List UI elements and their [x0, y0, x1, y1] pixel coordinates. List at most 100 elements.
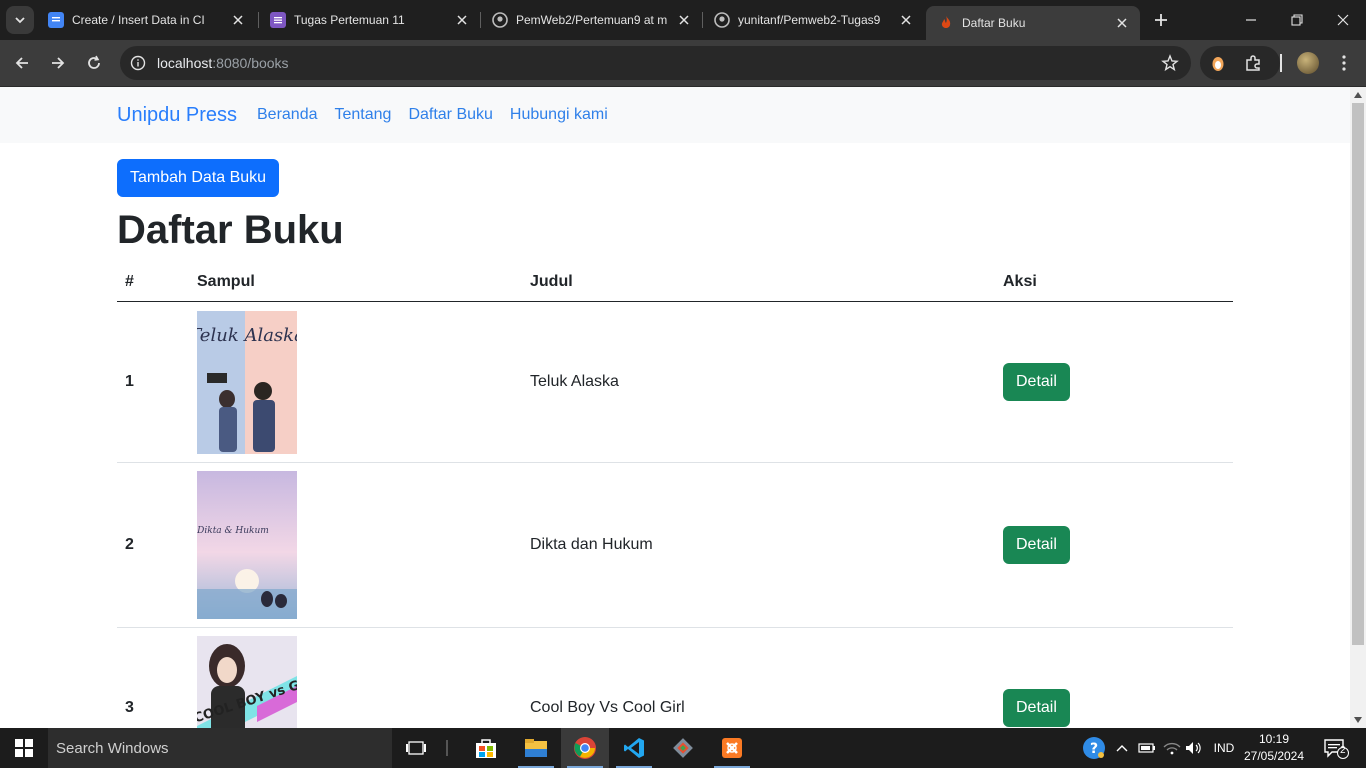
file-explorer-app[interactable] [512, 728, 560, 768]
back-button[interactable] [9, 50, 35, 76]
arrow-left-icon [15, 57, 28, 69]
volume-tray[interactable] [1184, 728, 1204, 768]
github-icon [714, 12, 730, 28]
column-header-cover: Sampul [197, 273, 255, 290]
close-tab-icon[interactable] [898, 12, 914, 28]
battery-tray[interactable] [1137, 728, 1157, 768]
column-header-action: Aksi [1003, 273, 1037, 290]
url-path: :8080/books [212, 55, 289, 71]
close-tab-icon[interactable] [230, 12, 246, 28]
search-placeholder: Search Windows [56, 739, 169, 757]
books-table: # Sampul Judul Aksi 1 Teluk Alaska [117, 263, 1233, 728]
windows-search-box[interactable]: Search Windows [48, 728, 392, 768]
vscode-app[interactable] [610, 728, 658, 768]
help-tray-button[interactable]: ? [1080, 728, 1108, 768]
row-number: 2 [125, 536, 134, 553]
column-header-number: # [125, 273, 134, 290]
chevron-up-icon [1116, 745, 1128, 752]
tab-title: yunitanf/Pemweb2-Tugas9 [738, 13, 881, 27]
tab-pemweb2-pertemuan9[interactable]: PemWeb2/Pertemuan9 at m [480, 0, 702, 40]
url-host: localhost [157, 55, 213, 71]
reload-icon [88, 55, 100, 69]
restore-button[interactable] [1274, 0, 1320, 40]
scroll-up-arrow[interactable] [1354, 92, 1362, 98]
address-bar[interactable]: localhost:8080/books [120, 46, 1191, 80]
store-icon [476, 739, 496, 758]
add-book-button[interactable]: Tambah Data Buku [117, 159, 280, 197]
git-gui-app[interactable] [659, 728, 707, 768]
minimize-icon [1246, 19, 1256, 21]
nav-link-hubungi-kami[interactable]: Hubungi kami [510, 106, 608, 124]
task-view-button[interactable] [392, 728, 440, 768]
forms-icon [270, 12, 286, 28]
tab-create-insert[interactable]: Create / Insert Data in CI [36, 0, 256, 40]
book-cover-image: Teluk Alaska [189, 311, 305, 454]
start-button[interactable] [0, 728, 48, 768]
tab-search-button[interactable] [6, 6, 34, 34]
scroll-down-arrow[interactable] [1354, 717, 1362, 723]
site-info-icon[interactable] [130, 55, 146, 71]
scrollbar-thumb[interactable] [1352, 103, 1364, 645]
notification-count: 2 [1340, 745, 1346, 756]
vscode-icon [624, 738, 644, 758]
windows-logo-icon [15, 739, 33, 757]
extension-icon[interactable] [1210, 54, 1226, 77]
bookmark-star-icon[interactable] [1161, 54, 1179, 72]
close-window-button[interactable] [1320, 0, 1366, 40]
microsoft-store-app[interactable] [462, 728, 510, 768]
new-tab-button[interactable] [1150, 9, 1172, 31]
show-hidden-icons[interactable] [1113, 728, 1131, 768]
windows-taskbar: Search Windows ? IND 10:19 27/05/2024 2 [0, 728, 1366, 768]
close-tab-icon[interactable] [1114, 15, 1130, 31]
action-center-button[interactable]: 2 [1318, 728, 1354, 768]
site-navbar: Unipdu Press Beranda Tentang Daftar Buku… [0, 87, 1350, 143]
detail-button[interactable]: Detail [1003, 689, 1070, 727]
tab-title: Tugas Pertemuan 11 [294, 13, 405, 27]
cover-title-text: Teluk Alaska [197, 325, 297, 346]
tab-yunitanf-tugas9[interactable]: yunitanf/Pemweb2-Tugas9 [702, 0, 924, 40]
nav-link-daftar-buku[interactable]: Daftar Buku [408, 106, 492, 124]
more-vertical-icon [1342, 55, 1346, 71]
row-number: 3 [125, 699, 134, 716]
chrome-app[interactable] [561, 728, 609, 768]
page-scrollbar[interactable] [1350, 87, 1366, 728]
tab-daftar-buku[interactable]: Daftar Buku [926, 6, 1140, 40]
input-language[interactable]: IND [1208, 728, 1240, 768]
page-viewport: Unipdu Press Beranda Tentang Daftar Buku… [0, 87, 1350, 728]
book-title: Teluk Alaska [530, 373, 619, 390]
tab-tugas-pertemuan[interactable]: Tugas Pertemuan 11 [258, 0, 480, 40]
site-brand[interactable]: Unipdu Press [117, 104, 237, 127]
github-icon [492, 12, 508, 28]
xampp-app[interactable] [708, 728, 756, 768]
close-icon [1337, 14, 1349, 26]
minimize-button[interactable] [1228, 0, 1274, 40]
page-title: Daftar Buku [117, 208, 344, 252]
forward-button[interactable] [45, 50, 71, 76]
chrome-menu-button[interactable] [1331, 50, 1357, 76]
folder-icon [525, 739, 547, 757]
svg-text:?: ? [1090, 741, 1098, 757]
codeigniter-icon [938, 15, 954, 31]
book-title: Dikta dan Hukum [530, 536, 653, 553]
close-tab-icon[interactable] [676, 12, 692, 28]
detail-button[interactable]: Detail [1003, 526, 1070, 564]
nav-link-beranda[interactable]: Beranda [257, 106, 318, 124]
tab-title: Daftar Buku [962, 16, 1026, 30]
book-title: Cool Boy Vs Cool Girl [530, 699, 685, 716]
chevron-down-icon [15, 17, 25, 24]
browser-toolbar: localhost:8080/books [0, 40, 1366, 87]
taskbar-clock[interactable]: 10:19 27/05/2024 [1242, 731, 1306, 765]
url-text: localhost:8080/books [157, 55, 289, 71]
puzzle-icon[interactable] [1244, 54, 1262, 77]
network-tray[interactable] [1161, 728, 1183, 768]
detail-button[interactable]: Detail [1003, 363, 1070, 401]
xampp-icon [722, 738, 742, 758]
help-icon: ? [1083, 737, 1105, 759]
nav-link-tentang[interactable]: Tentang [335, 106, 392, 124]
book-cover-image: COOL BOY vs GIRL [192, 636, 324, 728]
close-tab-icon[interactable] [454, 12, 470, 28]
git-icon [673, 738, 693, 758]
reload-button[interactable] [81, 50, 107, 76]
clock-date: 27/05/2024 [1243, 749, 1305, 763]
profile-avatar[interactable] [1297, 52, 1319, 74]
